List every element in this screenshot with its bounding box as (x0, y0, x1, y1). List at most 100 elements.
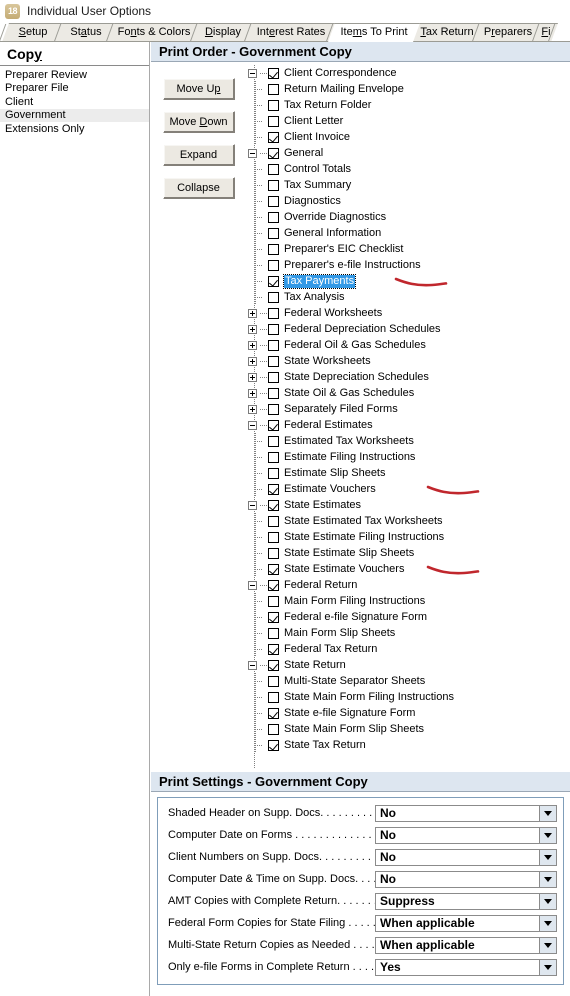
tab-items-to-print[interactable]: Items To Print (328, 23, 420, 42)
checkbox-main-form-filing-instructions[interactable] (268, 595, 279, 607)
tree-item-diagnostics[interactable]: Diagnostics (246, 193, 570, 209)
tree-item-federal-tax-return[interactable]: Federal Tax Return (246, 641, 570, 657)
tree-item-client-invoice[interactable]: Client Invoice (246, 129, 570, 145)
tree-item-estimate-filing-instructions[interactable]: Estimate Filing Instructions (246, 449, 570, 465)
checkbox-state-depreciation-schedules[interactable] (268, 371, 279, 383)
checkbox-tax-analysis[interactable] (268, 291, 279, 303)
tree-item-tax-payments[interactable]: Tax Payments (246, 273, 570, 289)
expand-node-icon[interactable] (248, 404, 257, 414)
checkbox-state-estimates[interactable] (268, 499, 279, 511)
checkbox-state-estimated-tax-worksheets[interactable] (268, 515, 279, 527)
checkbox-return-mailing-envelope[interactable] (268, 83, 279, 95)
tree-item-multi-state-separator-sheets[interactable]: Multi-State Separator Sheets (246, 673, 570, 689)
checkbox-preparer-s-eic-checklist[interactable] (268, 243, 279, 255)
tree-item-federal-worksheets[interactable]: Federal Worksheets (246, 305, 570, 321)
checkbox-federal-e-file-signature-form[interactable] (268, 611, 279, 623)
collapse-node-icon[interactable] (248, 500, 257, 510)
copy-item-preparer-review[interactable]: Preparer Review (0, 68, 149, 82)
checkbox-state-oil-gas-schedules[interactable] (268, 387, 279, 399)
tree-item-state-return[interactable]: State Return (246, 657, 570, 673)
chevron-down-icon[interactable] (539, 937, 556, 953)
tree-item-state-estimate-vouchers[interactable]: State Estimate Vouchers (246, 561, 570, 577)
checkbox-federal-worksheets[interactable] (268, 307, 279, 319)
checkbox-state-estimate-slip-sheets[interactable] (268, 547, 279, 559)
chevron-down-icon[interactable] (539, 871, 556, 887)
checkbox-diagnostics[interactable] (268, 195, 279, 207)
checkbox-preparer-s-e-file-instructions[interactable] (268, 259, 279, 271)
copy-item-extensions-only[interactable]: Extensions Only (0, 122, 149, 136)
tree-item-separately-filed-forms[interactable]: Separately Filed Forms (246, 401, 570, 417)
checkbox-estimate-vouchers[interactable] (268, 483, 279, 495)
tree-item-federal-e-file-signature-form[interactable]: Federal e-file Signature Form (246, 609, 570, 625)
tree-item-state-depreciation-schedules[interactable]: State Depreciation Schedules (246, 369, 570, 385)
collapse-node-icon[interactable] (248, 580, 257, 590)
checkbox-general-information[interactable] (268, 227, 279, 239)
checkbox-override-diagnostics[interactable] (268, 211, 279, 223)
checkbox-tax-return-folder[interactable] (268, 99, 279, 111)
checkbox-estimate-filing-instructions[interactable] (268, 451, 279, 463)
tree-item-main-form-slip-sheets[interactable]: Main Form Slip Sheets (246, 625, 570, 641)
checkbox-state-main-form-filing-instructions[interactable] (268, 691, 279, 703)
chevron-down-icon[interactable] (539, 805, 556, 821)
expand-node-icon[interactable] (248, 388, 257, 398)
copy-item-preparer-file[interactable]: Preparer File (0, 82, 149, 96)
copy-list[interactable]: Preparer Review Preparer File Client Govern… (0, 66, 149, 136)
checkbox-federal-depreciation-schedules[interactable] (268, 323, 279, 335)
checkbox-state-return[interactable] (268, 659, 279, 671)
tree-item-return-mailing-envelope[interactable]: Return Mailing Envelope (246, 81, 570, 97)
tree-item-preparer-s-eic-checklist[interactable]: Preparer's EIC Checklist (246, 241, 570, 257)
checkbox-federal-oil-gas-schedules[interactable] (268, 339, 279, 351)
tree-item-state-estimate-slip-sheets[interactable]: State Estimate Slip Sheets (246, 545, 570, 561)
setting-dropdown[interactable]: When applicable (375, 914, 557, 932)
checkbox-general[interactable] (268, 147, 279, 159)
tree-item-federal-depreciation-schedules[interactable]: Federal Depreciation Schedules (246, 321, 570, 337)
collapse-node-icon[interactable] (248, 68, 257, 78)
print-order-tree[interactable]: Client Correspondence Return Mailing Enve… (246, 62, 570, 772)
setting-dropdown[interactable]: No (375, 848, 557, 866)
checkbox-state-main-form-slip-sheets[interactable] (268, 723, 279, 735)
tree-item-tax-return-folder[interactable]: Tax Return Folder (246, 97, 570, 113)
tree-item-state-oil-gas-schedules[interactable]: State Oil & Gas Schedules (246, 385, 570, 401)
tab-fonts-colors[interactable]: Fonts & Colors (108, 23, 200, 42)
checkbox-federal-estimates[interactable] (268, 419, 279, 431)
tree-item-tax-analysis[interactable]: Tax Analysis (246, 289, 570, 305)
checkbox-state-e-file-signature-form[interactable] (268, 707, 279, 719)
tree-item-control-totals[interactable]: Control Totals (246, 161, 570, 177)
setting-dropdown[interactable]: Suppress (375, 892, 557, 910)
expand-node-icon[interactable] (248, 356, 257, 366)
tree-item-state-worksheets[interactable]: State Worksheets (246, 353, 570, 369)
tree-item-federal-estimates[interactable]: Federal Estimates (246, 417, 570, 433)
checkbox-state-estimate-filing-instructions[interactable] (268, 531, 279, 543)
checkbox-estimated-tax-worksheets[interactable] (268, 435, 279, 447)
checkbox-tax-payments[interactable] (268, 275, 279, 287)
collapse-node-icon[interactable] (248, 420, 257, 430)
chevron-down-icon[interactable] (539, 849, 556, 865)
tree-item-estimated-tax-worksheets[interactable]: Estimated Tax Worksheets (246, 433, 570, 449)
checkbox-estimate-slip-sheets[interactable] (268, 467, 279, 479)
checkbox-federal-return[interactable] (268, 579, 279, 591)
move-up-button[interactable]: Move Up (162, 78, 235, 100)
checkbox-main-form-slip-sheets[interactable] (268, 627, 279, 639)
expand-node-icon[interactable] (248, 340, 257, 350)
tree-item-state-estimated-tax-worksheets[interactable]: State Estimated Tax Worksheets (246, 513, 570, 529)
setting-dropdown[interactable]: When applicable (375, 936, 557, 954)
checkbox-client-correspondence[interactable] (268, 67, 279, 79)
tree-item-general[interactable]: General (246, 145, 570, 161)
tree-item-estimate-vouchers[interactable]: Estimate Vouchers (246, 481, 570, 497)
checkbox-control-totals[interactable] (268, 163, 279, 175)
checkbox-multi-state-separator-sheets[interactable] (268, 675, 279, 687)
move-down-button[interactable]: Move Down (162, 111, 235, 133)
setting-dropdown[interactable]: No (375, 870, 557, 888)
tab-interest-rates[interactable]: Interest Rates (246, 23, 336, 42)
tree-item-state-main-form-filing-instructions[interactable]: State Main Form Filing Instructions (246, 689, 570, 705)
tree-item-override-diagnostics[interactable]: Override Diagnostics (246, 209, 570, 225)
checkbox-client-letter[interactable] (268, 115, 279, 127)
tree-item-state-estimates[interactable]: State Estimates (246, 497, 570, 513)
expand-node-icon[interactable] (248, 308, 257, 318)
collapse-button[interactable]: Collapse (162, 177, 235, 199)
setting-dropdown[interactable]: No (375, 804, 557, 822)
expand-node-icon[interactable] (248, 372, 257, 382)
collapse-node-icon[interactable] (248, 148, 257, 158)
setting-dropdown[interactable]: No (375, 826, 557, 844)
checkbox-separately-filed-forms[interactable] (268, 403, 279, 415)
